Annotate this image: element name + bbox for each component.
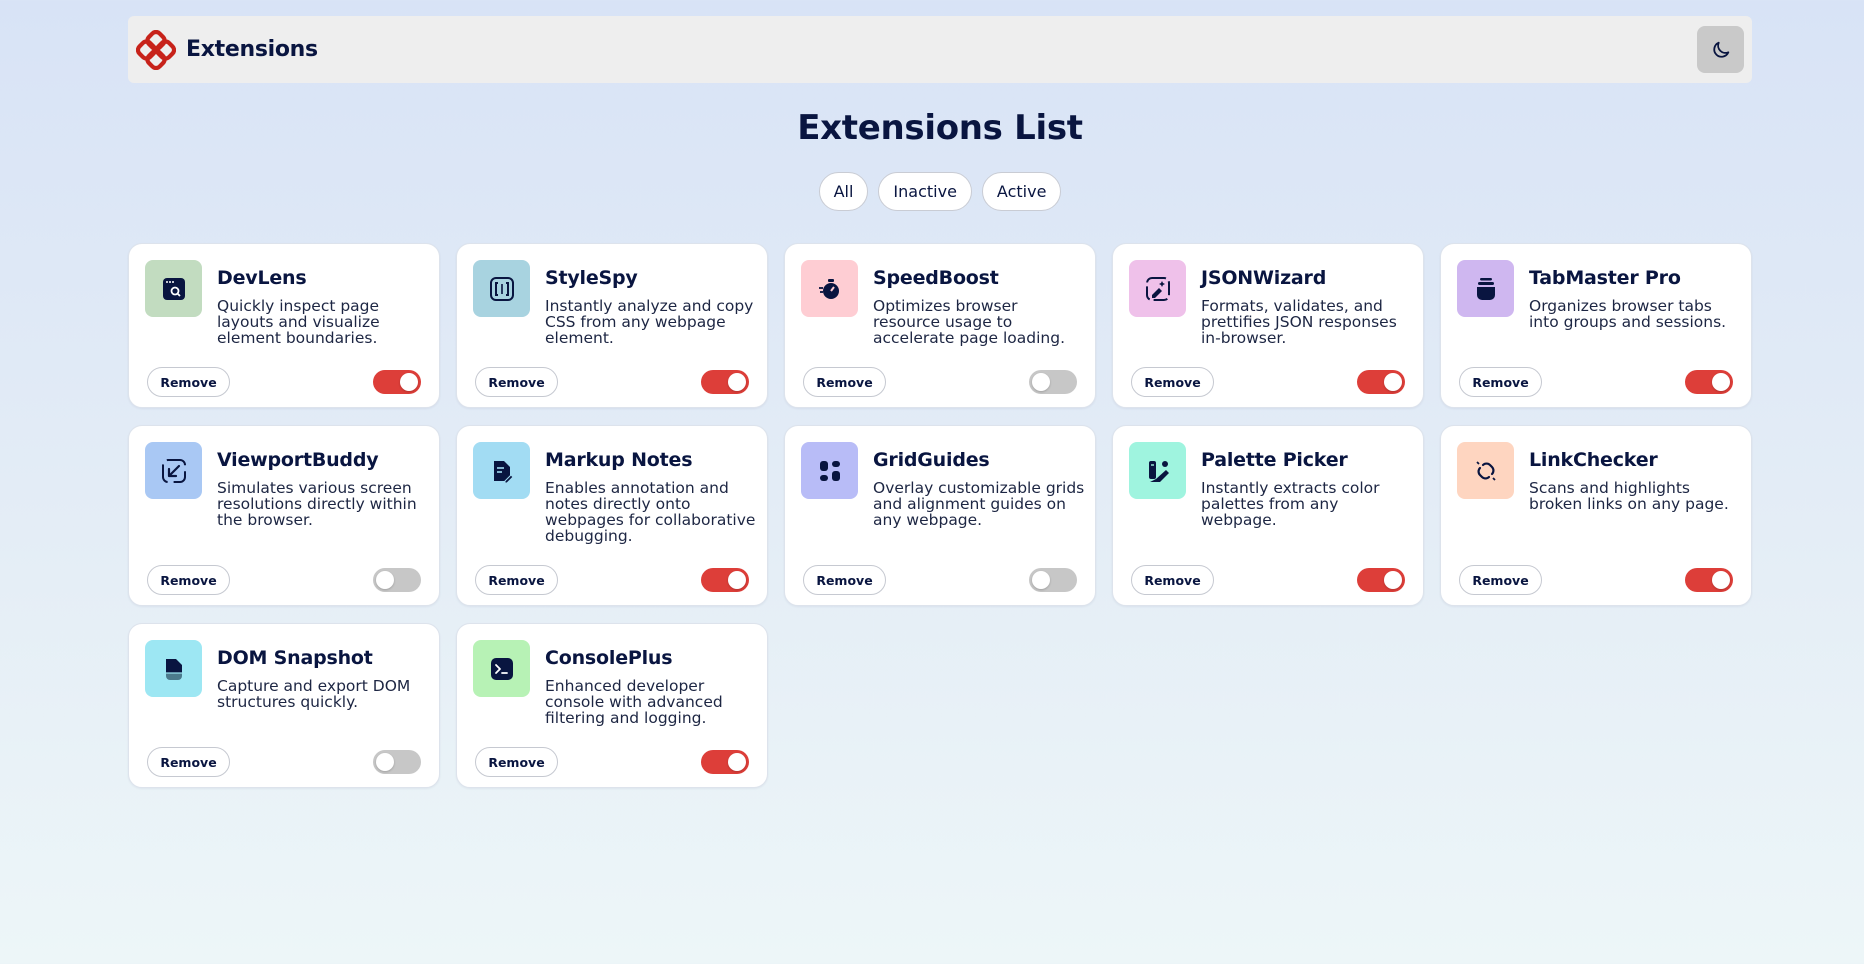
remove-button[interactable]: Remove xyxy=(1131,367,1214,397)
active-toggle[interactable] xyxy=(373,370,421,394)
brand[interactable]: Extensions xyxy=(136,29,318,70)
extension-card-speedboost: SpeedBoost Optimizes browser resource usa… xyxy=(784,243,1096,408)
extension-description: Formats, validates, and prettifies JSON … xyxy=(1201,297,1397,347)
stylespy-icon xyxy=(473,260,530,317)
extension-description: Optimizes browser resource usage to acce… xyxy=(873,297,1065,347)
toggle-knob xyxy=(376,571,394,589)
remove-button[interactable]: Remove xyxy=(1459,367,1542,397)
extension-card-gridguides: GridGuides Overlay customizable grids and… xyxy=(784,425,1096,606)
extension-description: Enhanced developer console with advanced… xyxy=(545,677,723,727)
page-title: Extensions List xyxy=(797,108,1083,148)
devlens-icon xyxy=(145,260,202,317)
extension-description: Instantly analyze and copy CSS from any … xyxy=(545,297,754,347)
extension-name: TabMaster Pro xyxy=(1529,267,1681,289)
extension-card-tabmaster: TabMaster Pro Organizes browser tabs into… xyxy=(1440,243,1752,408)
filter-inactive-button[interactable]: Inactive xyxy=(878,172,972,211)
extension-card-markup-notes: Markup Notes Enables annotation and notes… xyxy=(456,425,768,606)
extension-card-palette-picker: Palette Picker Instantly extracts color p… xyxy=(1112,425,1424,606)
moon-icon xyxy=(1712,41,1729,58)
extension-description: Simulates various screen resolutions dir… xyxy=(217,479,417,529)
active-toggle[interactable] xyxy=(1685,568,1733,592)
active-toggle[interactable] xyxy=(701,750,749,774)
extension-description: Capture and export DOM structures quickl… xyxy=(217,677,411,711)
active-toggle[interactable] xyxy=(373,750,421,774)
dom-snapshot-icon xyxy=(145,640,202,697)
app-name: Extensions xyxy=(186,37,318,62)
tabmaster-icon xyxy=(1457,260,1514,317)
toggle-knob xyxy=(728,753,746,771)
extension-card-jsonwizard: JSONWizard Formats, validates, and pretti… xyxy=(1112,243,1424,408)
remove-button[interactable]: Remove xyxy=(147,367,230,397)
remove-button[interactable]: Remove xyxy=(475,565,558,595)
remove-button[interactable]: Remove xyxy=(1459,565,1542,595)
extensions-logo-icon xyxy=(136,29,176,70)
consoleplus-icon xyxy=(473,640,530,697)
linkchecker-icon xyxy=(1457,442,1514,499)
filter-all-button[interactable]: All xyxy=(818,172,869,211)
viewportbuddy-icon xyxy=(145,442,202,499)
active-toggle[interactable] xyxy=(1357,568,1405,592)
toggle-knob xyxy=(1712,571,1730,589)
remove-button[interactable]: Remove xyxy=(803,565,886,595)
extension-name: ViewportBuddy xyxy=(217,449,379,471)
toggle-knob xyxy=(1384,373,1402,391)
extension-name: Palette Picker xyxy=(1201,449,1348,471)
extension-card-stylespy: StyleSpy Instantly analyze and copy CSS f… xyxy=(456,243,768,408)
toggle-knob xyxy=(1712,373,1730,391)
filter-active-button[interactable]: Active xyxy=(981,172,1062,211)
remove-button[interactable]: Remove xyxy=(147,747,230,777)
extension-name: DOM Snapshot xyxy=(217,647,373,669)
markup-notes-icon xyxy=(473,442,530,499)
active-toggle[interactable] xyxy=(1357,370,1405,394)
extension-description: Overlay customizable grids and alignment… xyxy=(873,479,1085,529)
extension-card-consoleplus: ConsolePlus Enhanced developer console wi… xyxy=(456,623,768,788)
extension-name: ConsolePlus xyxy=(545,647,673,669)
toggle-knob xyxy=(1384,571,1402,589)
remove-button[interactable]: Remove xyxy=(475,367,558,397)
active-toggle[interactable] xyxy=(701,370,749,394)
top-bar: Extensions xyxy=(128,16,1752,83)
extension-name: Markup Notes xyxy=(545,449,693,471)
extension-card-dom-snapshot: DOM Snapshot Capture and export DOM struc… xyxy=(128,623,440,788)
extension-card-devlens: DevLens Quickly inspect page layouts and … xyxy=(128,243,440,408)
filter-bar: All Inactive Active xyxy=(0,172,1864,211)
jsonwizard-icon xyxy=(1129,260,1186,317)
extension-description: Enables annotation and notes directly on… xyxy=(545,479,756,545)
remove-button[interactable]: Remove xyxy=(1131,565,1214,595)
toggle-knob xyxy=(1032,571,1050,589)
toggle-knob xyxy=(728,373,746,391)
active-toggle[interactable] xyxy=(1685,370,1733,394)
extension-name: LinkChecker xyxy=(1529,449,1658,471)
extension-name: JSONWizard xyxy=(1201,267,1327,289)
extension-description: Scans and highlights broken links on any… xyxy=(1529,479,1729,513)
remove-button[interactable]: Remove xyxy=(803,367,886,397)
active-toggle[interactable] xyxy=(1029,370,1077,394)
extension-name: SpeedBoost xyxy=(873,267,999,289)
remove-button[interactable]: Remove xyxy=(147,565,230,595)
extension-card-linkchecker: LinkChecker Scans and highlights broken l… xyxy=(1440,425,1752,606)
extension-name: GridGuides xyxy=(873,449,990,471)
toggle-knob xyxy=(1032,373,1050,391)
active-toggle[interactable] xyxy=(1029,568,1077,592)
theme-toggle-button[interactable] xyxy=(1697,26,1744,73)
toggle-knob xyxy=(728,571,746,589)
active-toggle[interactable] xyxy=(373,568,421,592)
extension-card-viewportbuddy: ViewportBuddy Simulates various screen re… xyxy=(128,425,440,606)
speedboost-icon xyxy=(801,260,858,317)
toggle-knob xyxy=(400,373,418,391)
extension-description: Quickly inspect page layouts and visuali… xyxy=(217,297,380,347)
extension-description: Organizes browser tabs into groups and s… xyxy=(1529,297,1727,331)
toggle-knob xyxy=(376,753,394,771)
gridguides-icon xyxy=(801,442,858,499)
extension-description: Instantly extracts color palettes from a… xyxy=(1201,479,1380,529)
extension-name: StyleSpy xyxy=(545,267,638,289)
extension-name: DevLens xyxy=(217,267,307,289)
remove-button[interactable]: Remove xyxy=(475,747,558,777)
palette-picker-icon xyxy=(1129,442,1186,499)
active-toggle[interactable] xyxy=(701,568,749,592)
